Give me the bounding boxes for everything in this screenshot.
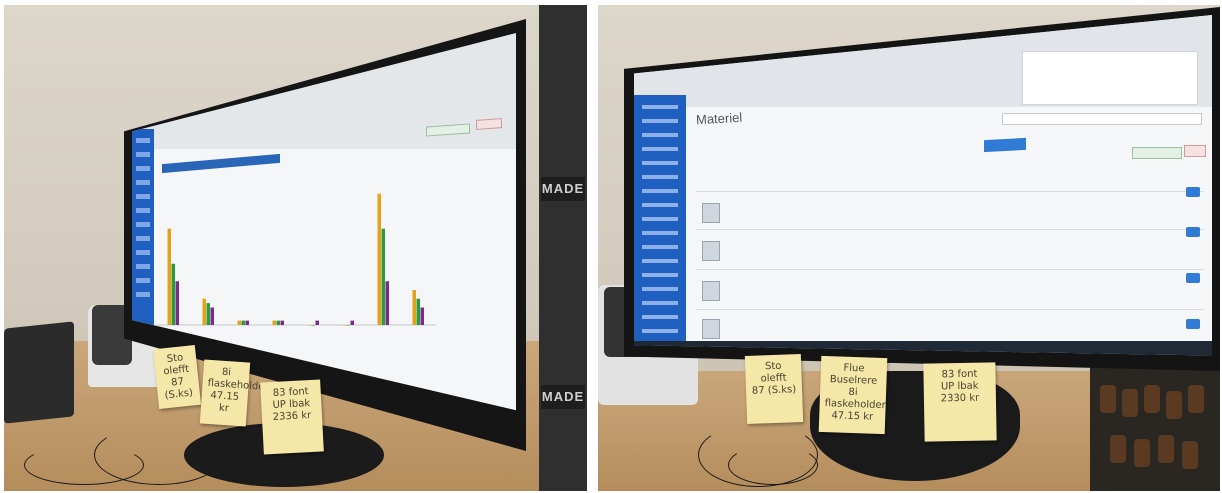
chart-bar [245,320,249,325]
cable [728,445,818,485]
chart-bar [416,298,420,325]
sticky-note: 83 font UP lbak 2330 kr [923,362,997,442]
chart-bar [171,263,175,325]
chart-bar [350,320,354,325]
edit-icon[interactable] [1186,227,1200,237]
chart-bar [175,281,179,325]
photo-left: MADE MADE Sto olefft 87 (S.ks) 8i flaske… [4,5,587,491]
page-title: Materiel [695,109,743,128]
table-row [696,191,1204,192]
chart-bar [276,320,280,325]
photo-right: Materiel Sto olefft 87 (S.ks) Flue Busel… [598,5,1220,491]
item-thumbnail [702,203,720,223]
chart-bar [385,281,389,325]
chart-bar [381,228,385,325]
item-thumbnail [702,319,720,339]
app-sidebar [132,129,154,349]
info-box [1022,51,1198,105]
primary-button[interactable] [984,137,1026,153]
chart-bar [272,320,276,325]
sticky-note: Flue Buselrere 8i flaskeholder 47.15 kr [818,355,888,435]
sticky-note: Sto olefft 87 (S.ks) [152,344,202,410]
chart-bar [280,320,284,325]
item-thumbnail [702,281,720,301]
shelf: MADE MADE [539,5,587,491]
chart-bar [377,193,381,325]
print-button[interactable] [476,118,502,130]
table-row [696,229,1204,230]
chart-bar [412,290,416,325]
table-row [696,309,1204,310]
sticky-note: 83 font UP lbak 2336 kr [260,379,324,455]
shelf-label: MADE [541,177,585,201]
item-thumbnail [702,241,720,261]
edit-icon[interactable] [1186,319,1200,329]
table-row [696,269,1204,270]
materials-table [696,185,1204,345]
chart-bar [315,320,319,325]
sticky-note: 8i flaskeholder 47.15 kr [199,359,269,427]
bar-chart [156,193,436,326]
export-excel-button[interactable] [1132,147,1182,159]
chart-bar [202,298,206,325]
edit-icon[interactable] [1186,273,1200,283]
chart-bar [167,228,171,325]
chart-bar [346,325,350,326]
chart-bar [420,307,424,325]
shelf-label: MADE [541,385,585,409]
search-input[interactable] [1002,113,1202,125]
chart-bar [210,307,214,325]
phone-icon [4,321,74,424]
edit-icon[interactable] [1186,187,1200,197]
chart-bar [342,325,346,326]
print-button[interactable] [1184,145,1206,157]
chart-bar [311,325,315,326]
chart-bar [206,303,210,325]
chart-bar [307,325,311,326]
sticky-note: Sto olefft 87 (S.ks) [744,354,804,424]
chart-bar [241,320,245,325]
header-bar [162,153,280,174]
chart-bar [237,320,241,325]
app-sidebar [634,95,686,355]
cable [24,445,144,485]
monitor-screen: Materiel [634,15,1212,356]
